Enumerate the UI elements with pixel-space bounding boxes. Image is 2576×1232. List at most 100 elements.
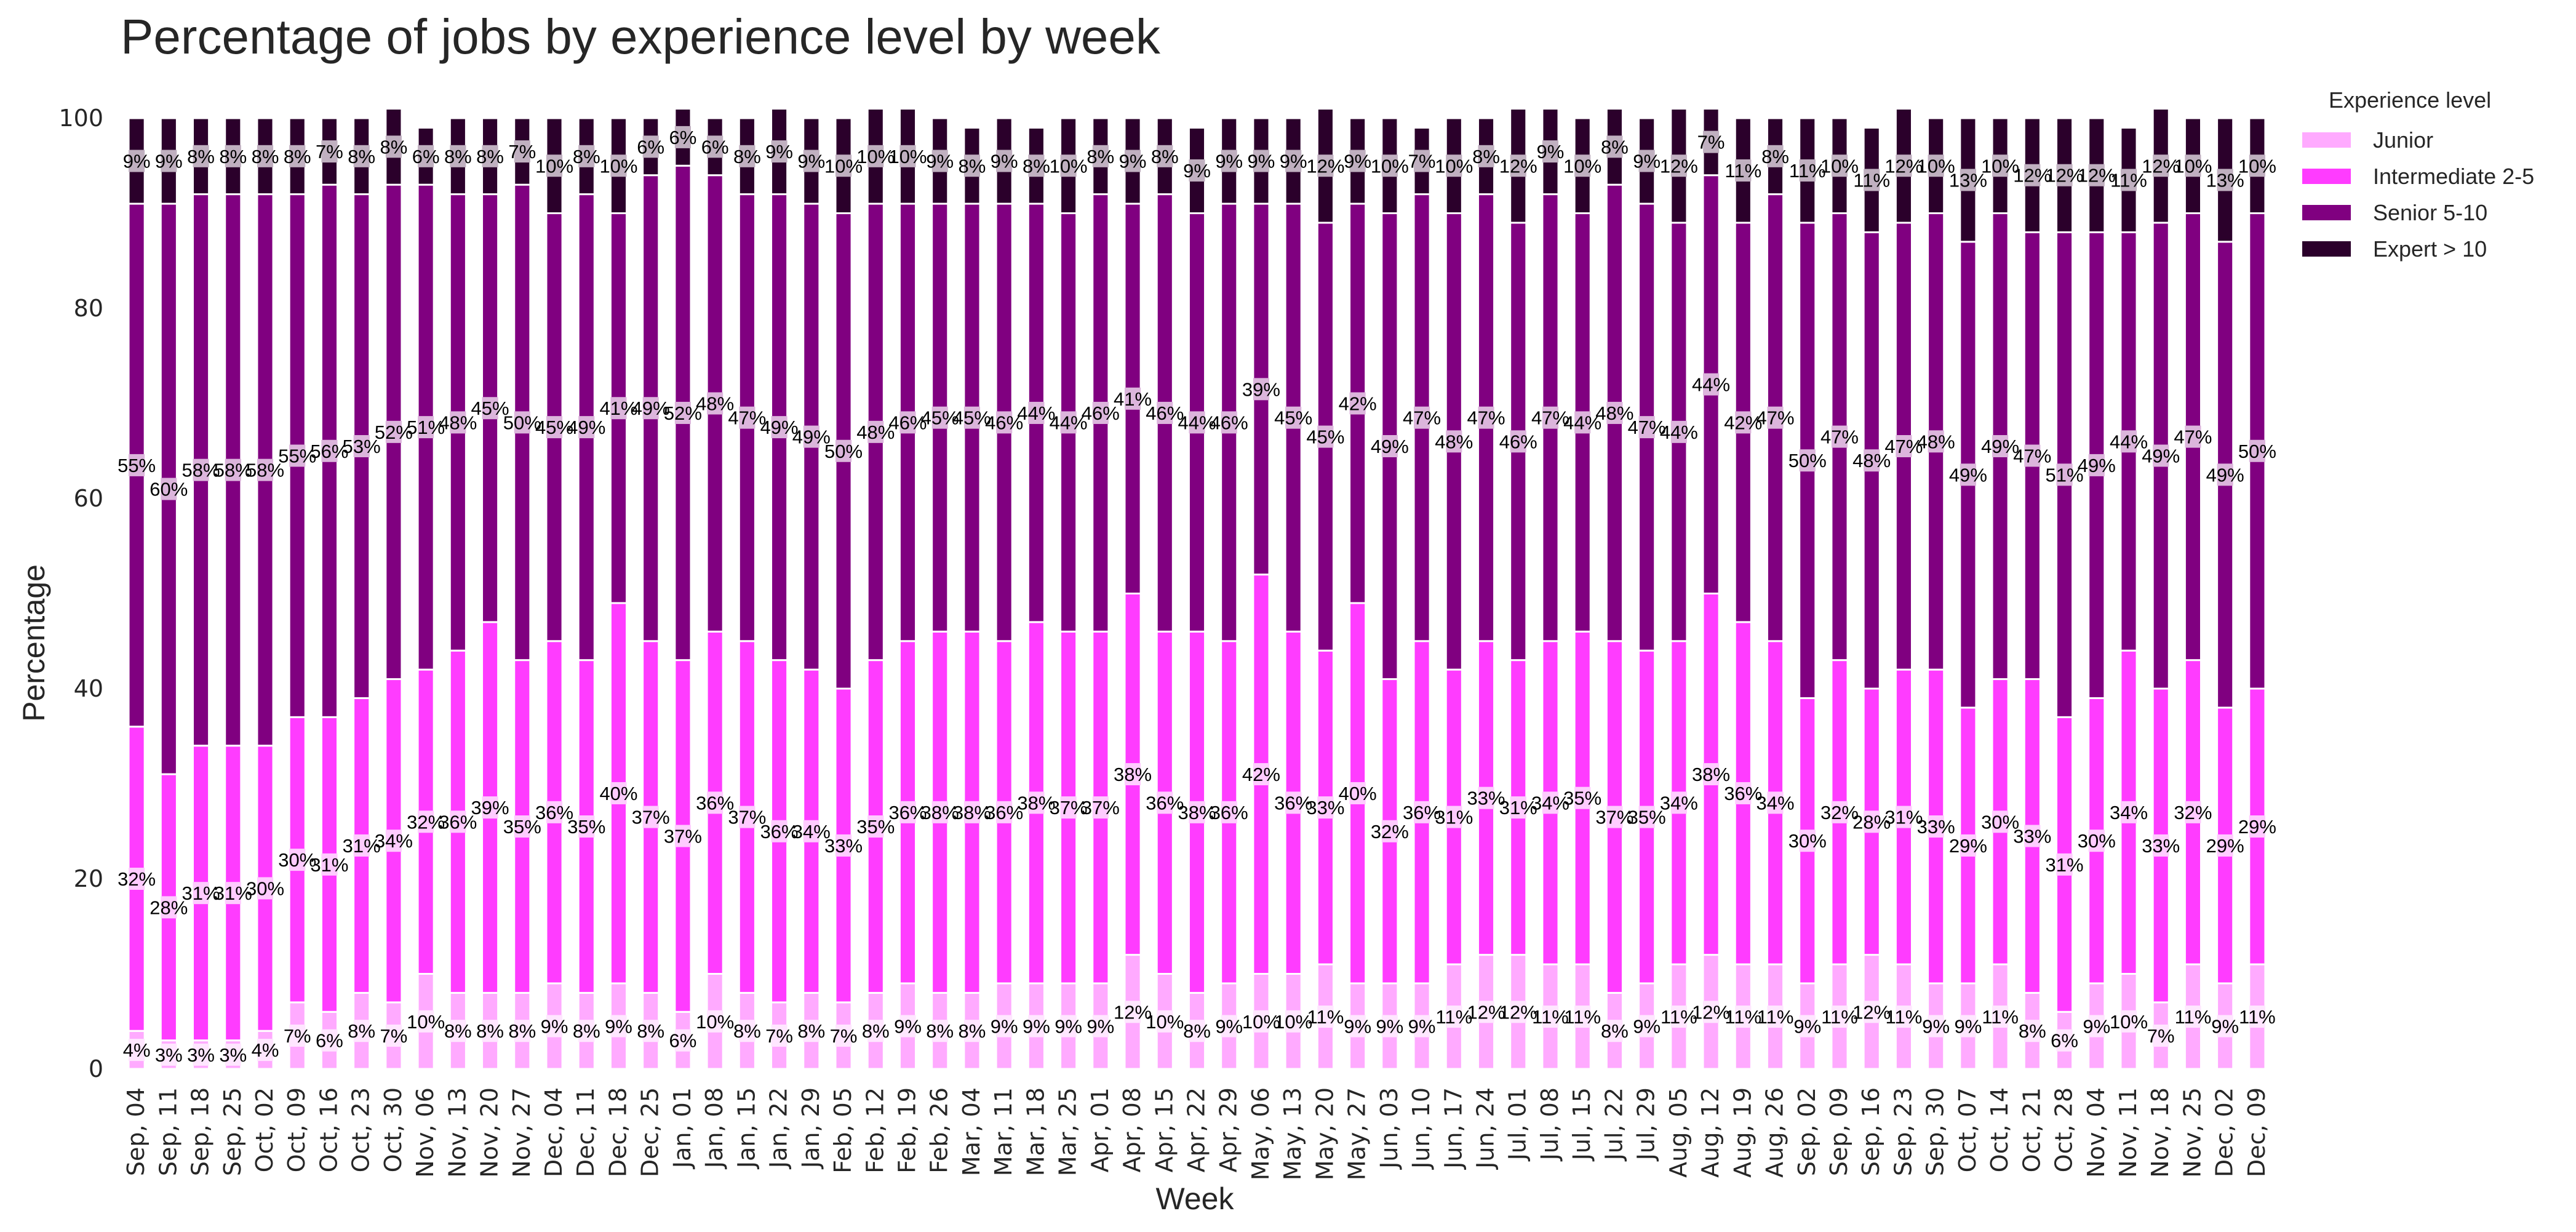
legend-item-expert[interactable]: Expert > 10 <box>2289 231 2534 267</box>
segment-value-label: 8% <box>444 1020 472 1042</box>
y-tick-label: 80 <box>74 295 103 322</box>
segment-value-label: 48% <box>1917 431 1955 452</box>
x-tick-label: Jul, 29 <box>1633 1087 1660 1161</box>
segment-value-label: 6% <box>637 136 664 158</box>
segment-value-label: 31% <box>310 854 348 876</box>
segment-value-label: 40% <box>599 783 637 804</box>
segment-value-label: 12% <box>1306 155 1344 177</box>
x-tick-label: Sep, 30 <box>1922 1087 1949 1176</box>
x-tick-label: Sep, 23 <box>1889 1087 1916 1176</box>
segment-value-label: 10% <box>599 155 637 177</box>
segment-value-label: 9% <box>797 151 825 172</box>
x-axis-title: Week <box>1156 1182 1235 1216</box>
segment-value-label: 10% <box>1146 1011 1184 1033</box>
segment-value-label: 32% <box>118 868 156 890</box>
segment-value-label: 8% <box>380 136 407 158</box>
segment-value-label: 46% <box>1210 412 1248 433</box>
segment-value-label: 8% <box>862 1020 890 1042</box>
segment-value-label: 35% <box>567 816 605 838</box>
x-tick-label: Mar, 18 <box>1022 1087 1049 1176</box>
x-tick-label: Sep, 04 <box>122 1087 150 1176</box>
segment-value-label: 40% <box>1339 783 1377 804</box>
legend-item-senior[interactable]: Senior 5-10 <box>2289 194 2534 231</box>
segment-value-label: 8% <box>1472 146 1500 167</box>
x-tick-label: Dec, 09 <box>2243 1087 2270 1177</box>
x-tick-label: Sep, 09 <box>1825 1087 1852 1176</box>
segment-value-label: 9% <box>1119 151 1147 172</box>
segment-value-label: 8% <box>926 1020 954 1042</box>
segment-value-label: 11% <box>1725 1006 1761 1028</box>
segment-value-label: 8% <box>573 1020 600 1042</box>
x-tick-label: Mar, 25 <box>1055 1087 1082 1176</box>
segment-value-label: 29% <box>2238 816 2276 838</box>
segment-value-label: 12% <box>1660 155 1698 177</box>
x-tick-label: Feb, 05 <box>829 1087 856 1174</box>
x-tick-label: Jul, 15 <box>1568 1087 1595 1161</box>
segment-value-label: 8% <box>1601 1020 1629 1042</box>
segment-value-label: 11% <box>1532 1006 1569 1028</box>
segment-value-label: 42% <box>1242 764 1280 785</box>
segment-value-label: 39% <box>471 797 509 818</box>
legend-swatch-junior <box>2302 132 2351 148</box>
segment-value-label: 9% <box>991 151 1018 172</box>
segment-value-label: 11% <box>2175 1006 2212 1028</box>
segment-value-label: 10% <box>535 155 573 177</box>
segment-value-label: 9% <box>1344 1015 1371 1037</box>
x-tick-label: Nov, 27 <box>508 1087 535 1178</box>
legend-item-intermediate[interactable]: Intermediate 2-5 <box>2289 158 2534 194</box>
x-tick-label: Dec, 18 <box>604 1087 631 1177</box>
segment-value-label: 37% <box>664 825 702 847</box>
legend-title: Experience level <box>2329 87 2492 113</box>
x-tick-label: Oct, 30 <box>380 1087 407 1172</box>
segment-value-label: 29% <box>1949 835 1987 857</box>
x-tick-label: Oct, 16 <box>315 1087 342 1172</box>
legend-item-junior[interactable]: Junior <box>2289 122 2534 158</box>
segment-value-label: 9% <box>1087 1015 1114 1037</box>
x-tick-label: May, 27 <box>1344 1087 1371 1180</box>
y-tick-label: 0 <box>89 1055 103 1082</box>
segment-value-label: 8% <box>348 1020 375 1042</box>
x-tick-label: Aug, 12 <box>1697 1087 1724 1178</box>
legend-label: Senior 5-10 <box>2373 199 2488 225</box>
x-tick-label: Dec, 11 <box>572 1087 599 1177</box>
segment-value-label: 32% <box>2174 802 2212 823</box>
segment-value-label: 11% <box>1307 1006 1344 1028</box>
segment-value-label: 8% <box>2019 1020 2046 1042</box>
chart-canvas: 020406080100 4%32%55%9%3%28%60%9%3%31%58… <box>17 105 2276 1216</box>
segment-value-label: 33% <box>2013 825 2051 847</box>
x-tick-label: Jan, 22 <box>765 1087 792 1169</box>
segment-value-label: 34% <box>2110 802 2148 823</box>
segment-value-label: 7% <box>830 1025 858 1047</box>
segment-value-label: 9% <box>2083 1015 2110 1037</box>
segment-value-label: 49% <box>567 417 605 438</box>
segment-value-label: 7% <box>316 141 343 162</box>
segment-value-label: 6% <box>669 1030 697 1052</box>
segment-value-label: 9% <box>605 1015 632 1037</box>
x-tick-label: Mar, 04 <box>958 1087 985 1176</box>
legend-swatch-senior <box>2302 205 2351 220</box>
segment-value-label: 7% <box>508 141 536 162</box>
segment-value-label: 8% <box>959 1020 986 1042</box>
segment-value-label: 8% <box>1151 146 1179 167</box>
segment-value-label: 9% <box>1183 160 1211 182</box>
segment-value-label: 29% <box>2206 835 2244 857</box>
x-tick-label: May, 13 <box>1279 1087 1306 1180</box>
segment-value-label: 6% <box>316 1030 343 1052</box>
x-tick-label: Feb, 12 <box>861 1087 888 1174</box>
segment-value-label: 11% <box>1886 1006 1923 1028</box>
x-tick-label: Oct, 02 <box>251 1087 278 1172</box>
x-tick-label: Oct, 14 <box>1986 1087 2013 1172</box>
x-tick-label: Jan, 01 <box>669 1087 696 1169</box>
x-tick-label: Sep, 02 <box>1793 1087 1820 1176</box>
segment-value-label: 35% <box>1563 788 1601 809</box>
segment-value-label: 3% <box>219 1044 247 1066</box>
segment-value-label: 44% <box>1660 422 1698 443</box>
segment-value-label: 8% <box>733 146 761 167</box>
segment-value-label: 9% <box>1215 1015 1243 1037</box>
segment-value-label: 42% <box>1339 393 1377 415</box>
x-tick-label: Nov, 18 <box>2147 1087 2174 1178</box>
legend: Experience level Junior Intermediate 2-5… <box>2289 87 2534 267</box>
segment-value-label: 8% <box>348 146 375 167</box>
x-tick-label: Apr, 01 <box>1087 1087 1114 1172</box>
segment-value-label: 9% <box>894 1015 922 1037</box>
